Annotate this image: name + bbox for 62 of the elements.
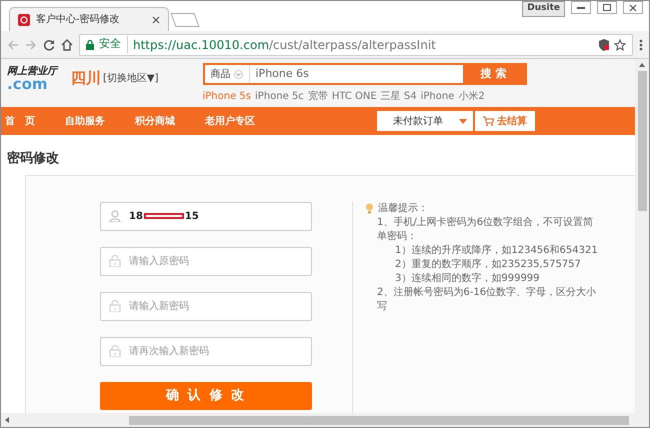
lock-icon xyxy=(109,344,121,356)
home-icon[interactable] xyxy=(61,38,73,50)
nav-link[interactable]: 自助服务 xyxy=(65,114,105,128)
tip-text: 1）连续的升序或降序，如123456和654321 xyxy=(394,244,599,258)
menu-icon[interactable] xyxy=(639,38,643,50)
scroll-left-icon[interactable] xyxy=(5,417,9,423)
maximize-button[interactable] xyxy=(597,1,617,14)
hot-keyword-link[interactable]: iPhone xyxy=(420,89,454,104)
cart-icon xyxy=(483,116,494,126)
lock-icon xyxy=(109,254,121,266)
password-field[interactable]: 请再次输入新密码 xyxy=(100,336,312,366)
close-button[interactable] xyxy=(623,1,643,14)
url-text: https://uac.10010.com/cust/alterpass/alterpassInit xyxy=(133,36,437,54)
tip-text: 1、手机/上网卡密码为6位数字组合，不可设置简单密码： xyxy=(376,216,594,244)
page-title: 密码修改 xyxy=(6,150,60,168)
province-label: 四川 xyxy=(71,68,101,89)
order-dropdown[interactable]: 未付款订单 xyxy=(377,111,473,131)
switch-region-link[interactable]: [切换地区▼] xyxy=(103,70,158,86)
shield-icon[interactable] xyxy=(599,38,609,50)
maximize-icon xyxy=(603,4,611,11)
nav-link[interactable]: 首 页 xyxy=(5,114,35,128)
minimize-button[interactable] xyxy=(571,1,591,14)
vertical-scrollbar[interactable] xyxy=(635,59,649,427)
account-value: 18 15 xyxy=(129,210,199,224)
submit-button[interactable]: 确 认 修 改 xyxy=(100,382,312,410)
checkout-button[interactable]: 去结算 xyxy=(475,111,535,131)
star-icon[interactable] xyxy=(614,38,626,50)
security-label: 安全 xyxy=(99,36,128,53)
user-icon xyxy=(109,210,121,222)
hot-keyword-link[interactable]: 宽带 xyxy=(308,89,328,104)
password-field[interactable]: 请输入新密码 xyxy=(100,292,312,320)
tip-text: 3）连续相同的数字，如999999 xyxy=(394,272,541,286)
close-icon[interactable] xyxy=(152,16,160,24)
scroll-thumb[interactable] xyxy=(129,416,629,424)
profile-button[interactable]: Dusite xyxy=(522,1,565,16)
hot-keyword-link[interactable]: 小米2 xyxy=(458,89,485,104)
logo-text[interactable]: 网上营业厅 xyxy=(7,67,57,77)
hot-keyword-link[interactable]: iPhone 5c xyxy=(255,89,304,104)
scroll-up-icon[interactable] xyxy=(639,63,645,67)
hot-keyword-link[interactable]: iPhone 5s xyxy=(202,89,252,104)
lightbulb-icon xyxy=(365,203,374,214)
tip-text: 2、注册帐号密码为6-16位数字、字母，区分大小写 xyxy=(376,286,598,314)
caret-icon xyxy=(459,118,467,124)
lock-icon xyxy=(109,300,121,312)
nav-link[interactable]: 积分商城 xyxy=(135,114,175,128)
hot-keyword-link[interactable]: HTC ONE xyxy=(332,89,377,104)
tips-title: 温馨提示： xyxy=(378,202,428,216)
minimize-icon xyxy=(577,6,585,8)
horizontal-scrollbar[interactable] xyxy=(1,413,635,427)
password-field[interactable]: 请输入原密码 xyxy=(100,246,312,276)
account-field[interactable]: 18 15 xyxy=(100,202,312,230)
logo-text[interactable]: .com xyxy=(7,77,57,92)
favicon-icon xyxy=(18,14,30,26)
lock-icon xyxy=(86,40,94,50)
address-bar[interactable]: 安全 https://uac.10010.com/cust/alterpass/alterpassInit xyxy=(79,34,633,56)
scroll-thumb[interactable] xyxy=(638,71,646,211)
reload-icon[interactable] xyxy=(43,38,55,50)
nav-link[interactable]: 老用户专区 xyxy=(205,114,255,128)
browser-tab[interactable]: 客户中心-密码修改 xyxy=(9,7,169,31)
tip-text: 2）重复的数字顺序，如235235,575757 xyxy=(394,258,582,272)
hot-keyword-link[interactable]: 三星 S4 xyxy=(380,89,417,104)
close-icon xyxy=(629,4,637,12)
